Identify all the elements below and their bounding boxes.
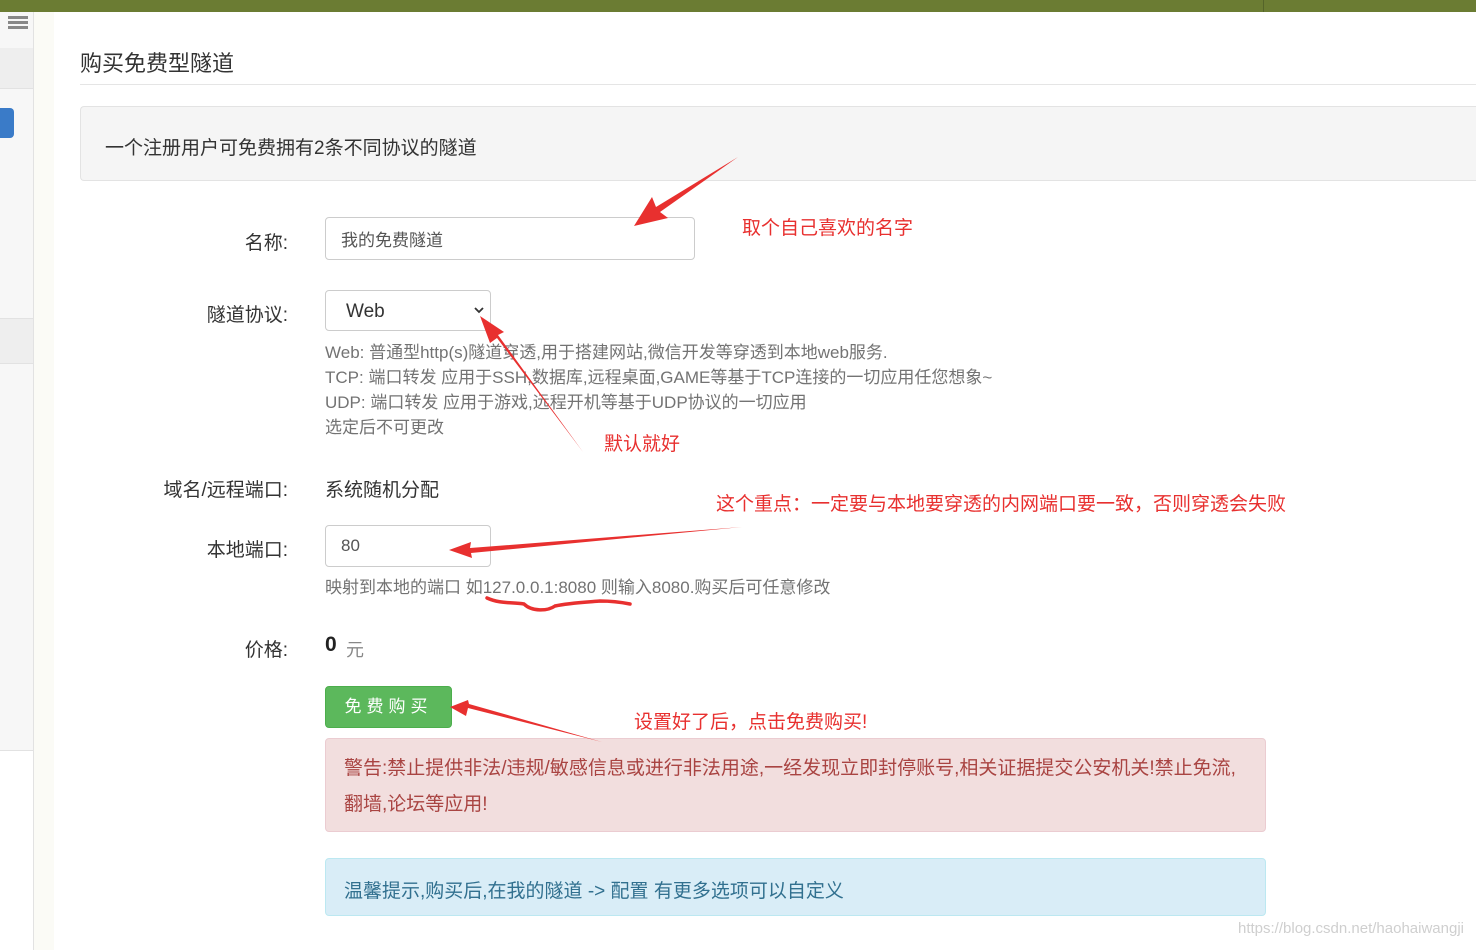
underline-scribble [485, 596, 632, 612]
arrow-to-name [634, 157, 738, 226]
arrow-to-port [449, 527, 742, 558]
arrow-to-protocol [480, 316, 583, 452]
watermark: https://blog.csdn.net/haohaiwangji [1238, 920, 1464, 937]
arrow-to-buy [450, 700, 602, 742]
annotation-arrows [449, 157, 742, 742]
